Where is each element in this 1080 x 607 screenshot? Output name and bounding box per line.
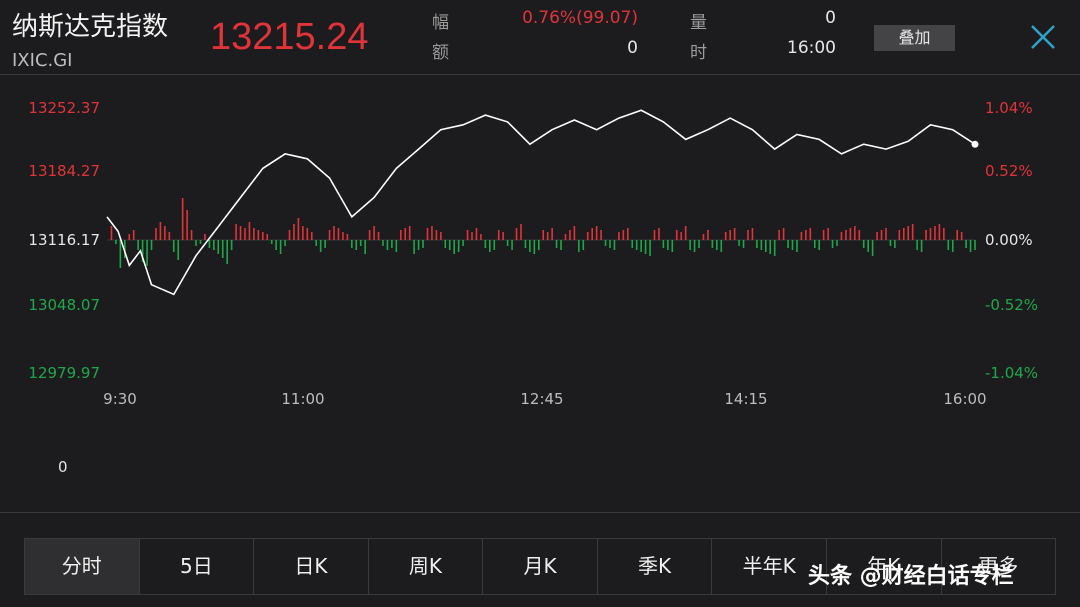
x-tick: 12:45 bbox=[520, 390, 563, 408]
tab-day-k[interactable]: 日K bbox=[254, 539, 369, 594]
y-right-tick: -0.52% bbox=[985, 296, 1038, 314]
x-tick: 9:30 bbox=[103, 390, 137, 408]
watermark: 头条 @财经白话专栏 bbox=[808, 564, 1014, 589]
y-right-tick: 0.52% bbox=[985, 162, 1033, 180]
y-left-tick: 13184.27 bbox=[28, 162, 100, 180]
y-left-tick: 12979.97 bbox=[28, 364, 100, 382]
y-left-tick: 13252.37 bbox=[28, 99, 100, 117]
tab-month-k[interactable]: 月K bbox=[483, 539, 598, 594]
tab-minute[interactable]: 分时 bbox=[25, 539, 140, 594]
y-right-tick: 0.00% bbox=[985, 231, 1033, 249]
price-line bbox=[106, 109, 976, 296]
tab-quarter-k[interactable]: 季K bbox=[598, 539, 713, 594]
y-right-tick: -1.04% bbox=[985, 364, 1038, 382]
x-tick: 14:15 bbox=[724, 390, 767, 408]
x-tick: 16:00 bbox=[943, 390, 986, 408]
tab-5day[interactable]: 5日 bbox=[140, 539, 255, 594]
volume-divider bbox=[0, 512, 1080, 513]
tab-week-k[interactable]: 周K bbox=[369, 539, 484, 594]
volume-axis-label: 0 bbox=[58, 458, 68, 476]
y-left-tick: 13116.17 bbox=[28, 231, 100, 249]
last-price-dot bbox=[971, 140, 979, 148]
y-right-tick: 1.04% bbox=[985, 99, 1033, 117]
intraday-chart: 13252.37 1.04% 13184.27 0.52% 13116.17 0.00% 1… bbox=[28, 99, 1038, 408]
y-left-tick: 13048.07 bbox=[28, 296, 100, 314]
x-tick: 11:00 bbox=[281, 390, 324, 408]
